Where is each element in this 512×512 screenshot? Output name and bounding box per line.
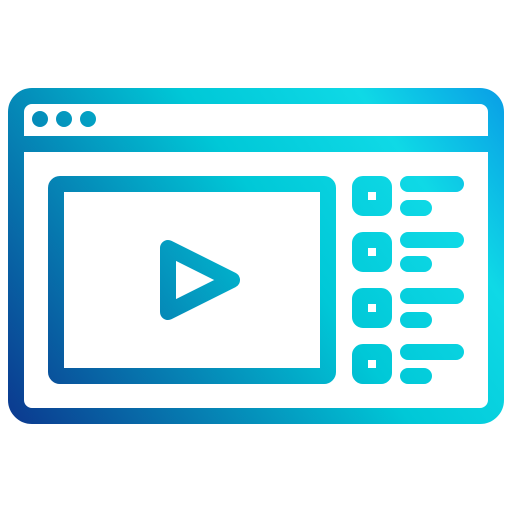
playlist-item[interactable] (352, 344, 464, 384)
window-controls (32, 111, 96, 127)
playlist-thumbnail (352, 176, 392, 216)
playlist-item[interactable] (352, 288, 464, 328)
playlist-thumbnail (352, 288, 392, 328)
window-control-dot[interactable] (32, 111, 48, 127)
playlist-thumbnail (352, 232, 392, 272)
playlist-thumbnail (352, 344, 392, 384)
window-control-dot[interactable] (80, 111, 96, 127)
playlist-item[interactable] (352, 176, 464, 216)
playlist-item[interactable] (352, 232, 464, 272)
video-player-window-icon (8, 88, 504, 424)
playlist (352, 176, 464, 384)
play-icon[interactable] (160, 240, 240, 320)
icon-canvas (0, 0, 512, 512)
video-player-frame[interactable] (48, 176, 336, 384)
window-control-dot[interactable] (56, 111, 72, 127)
